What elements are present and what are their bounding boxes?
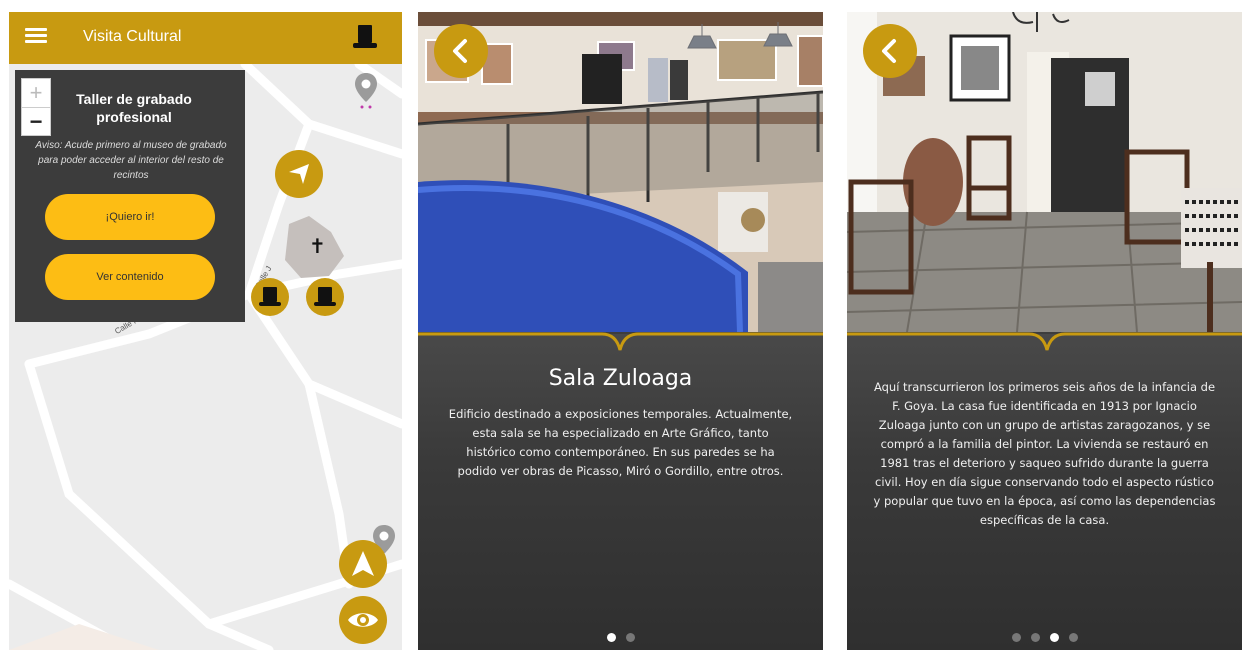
top-hat-icon bbox=[314, 287, 336, 306]
page-dot[interactable] bbox=[1049, 633, 1059, 642]
room-detail-screen: Aquí transcurrieron los primeros seis añ… bbox=[847, 12, 1242, 650]
chevron-left-icon bbox=[453, 39, 467, 63]
back-button[interactable] bbox=[434, 24, 488, 78]
hat-marker[interactable] bbox=[251, 278, 289, 316]
place-title: Sala Zuloaga bbox=[548, 366, 693, 391]
zoom-in-button[interactable]: + bbox=[22, 79, 50, 108]
page-dot[interactable] bbox=[1030, 633, 1040, 642]
page-dot[interactable] bbox=[1068, 633, 1078, 642]
view-content-button[interactable] bbox=[339, 596, 387, 644]
pagination-dots bbox=[418, 629, 823, 647]
direction-arrow-button[interactable] bbox=[275, 150, 323, 198]
page-dot[interactable] bbox=[1011, 633, 1021, 642]
gold-divider bbox=[847, 332, 1242, 351]
app-header: Visita Cultural bbox=[9, 12, 402, 64]
pagination-dots bbox=[847, 629, 1242, 647]
eye-icon bbox=[348, 613, 378, 627]
view-content-popup-button[interactable]: Ver contenido bbox=[45, 254, 215, 300]
place-description: Edificio destinado a exposiciones tempor… bbox=[448, 407, 793, 478]
location-arrow-icon bbox=[352, 551, 374, 576]
zoom-out-button[interactable]: − bbox=[22, 108, 50, 137]
page-dot[interactable] bbox=[606, 633, 616, 642]
popup-note: Aviso: Acude primero al museo de grabado… bbox=[35, 140, 227, 181]
back-button[interactable] bbox=[863, 24, 917, 78]
page-dot[interactable] bbox=[625, 633, 635, 642]
my-location-button[interactable] bbox=[339, 540, 387, 588]
app-title: Visita Cultural bbox=[83, 28, 182, 45]
popup-title: Taller de grabado profesional bbox=[76, 91, 192, 125]
hamburger-menu-icon[interactable] bbox=[25, 28, 47, 44]
hat-marker[interactable] bbox=[306, 278, 344, 316]
gold-divider bbox=[418, 332, 823, 351]
top-hat-icon bbox=[259, 287, 281, 306]
navigation-arrow-icon bbox=[289, 164, 309, 184]
zoom-control: + − bbox=[21, 78, 51, 136]
go-there-button[interactable]: ¡Quiero ir! bbox=[45, 194, 215, 240]
place-description: Aquí transcurrieron los primeros seis añ… bbox=[873, 380, 1216, 527]
church-cross-icon: ✝ bbox=[309, 236, 326, 258]
map-screen: Calle J Calle P ✝ Taller de grabado prof… bbox=[9, 12, 402, 650]
top-hat-icon[interactable] bbox=[350, 22, 380, 52]
location-pin-icon[interactable] bbox=[353, 72, 379, 110]
chevron-left-icon bbox=[882, 39, 896, 63]
room-detail-screen: Sala Zuloaga Edificio destinado a exposi… bbox=[418, 12, 823, 650]
